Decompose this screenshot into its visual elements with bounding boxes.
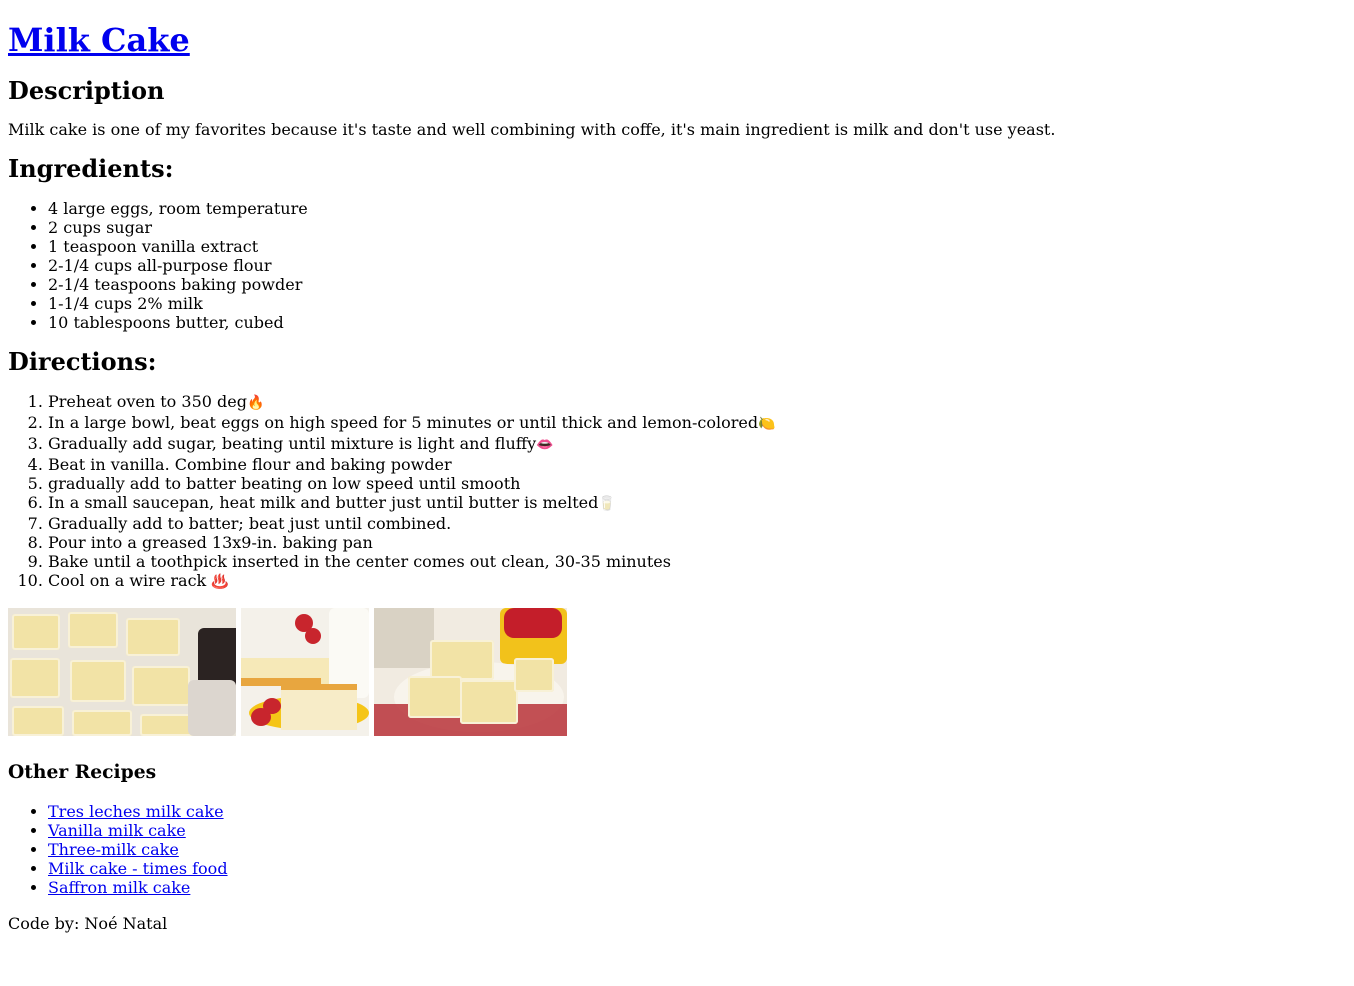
step-text: Gradually add to batter; beat just until… bbox=[48, 514, 452, 533]
ingredient-item: 2-1/4 teaspoons baking powder bbox=[48, 275, 1346, 294]
credit-text: Code by: Noé Natal bbox=[8, 914, 168, 933]
list-item: Three-milk cake bbox=[48, 840, 1346, 859]
step-text: Gradually add sugar, beating until mixtu… bbox=[48, 434, 537, 453]
direction-step: In a large bowl, beat eggs on high speed… bbox=[48, 413, 1346, 434]
photo-gallery bbox=[8, 608, 1346, 736]
milk-glass-icon: 🥛 bbox=[598, 496, 616, 512]
ingredient-item: 1-1/4 cups 2% milk bbox=[48, 294, 1346, 313]
ingredient-item: 10 tablespoons butter, cubed bbox=[48, 313, 1346, 332]
description-text: Milk cake is one of my favorites because… bbox=[8, 120, 1056, 139]
ingredients-heading: Ingredients: bbox=[8, 154, 174, 183]
list-item: Milk cake - times food bbox=[48, 859, 1346, 878]
step-text: In a large bowl, beat eggs on high speed… bbox=[48, 413, 759, 432]
recipe-link-tres-leches[interactable]: Tres leches milk cake bbox=[48, 802, 224, 821]
direction-step: Gradually add to batter; beat just until… bbox=[48, 514, 1346, 533]
directions-heading: Directions: bbox=[8, 347, 157, 376]
lips-icon: 👄 bbox=[536, 437, 554, 453]
recipe-link-times-food[interactable]: Milk cake - times food bbox=[48, 859, 228, 878]
direction-step: Gradually add sugar, beating until mixtu… bbox=[48, 434, 1346, 455]
recipe-link-three-milk[interactable]: Three-milk cake bbox=[48, 840, 179, 859]
step-text: Pour into a greased 13x9-in. baking pan bbox=[48, 533, 373, 552]
recipe-page: Milk Cake Description Milk cake is one o… bbox=[0, 21, 1354, 933]
milk-cake-squares-photo bbox=[8, 608, 236, 736]
direction-step: gradually add to batter beating on low s… bbox=[48, 474, 1346, 493]
ingredient-item: 1 teaspoon vanilla extract bbox=[48, 237, 1346, 256]
recipe-link-vanilla[interactable]: Vanilla milk cake bbox=[48, 821, 186, 840]
direction-step: Pour into a greased 13x9-in. baking pan bbox=[48, 533, 1346, 552]
list-item: Saffron milk cake bbox=[48, 878, 1346, 897]
direction-step: Cool on a wire rack ♨️ bbox=[48, 571, 1346, 592]
milk-cake-slice-photo bbox=[241, 608, 369, 736]
title-link[interactable]: Milk Cake bbox=[8, 21, 190, 59]
step-text: Cool on a wire rack bbox=[48, 571, 212, 590]
direction-step: Beat in vanilla. Combine flour and bakin… bbox=[48, 455, 1346, 474]
step-text: Preheat oven to 350 deg bbox=[48, 392, 247, 411]
description-heading: Description bbox=[8, 76, 165, 105]
direction-step: Bake until a toothpick inserted in the c… bbox=[48, 552, 1346, 571]
page-title: Milk Cake bbox=[8, 21, 1346, 59]
ingredient-item: 4 large eggs, room temperature bbox=[48, 199, 1346, 218]
directions-list: Preheat oven to 350 deg🔥 In a large bowl… bbox=[8, 392, 1346, 592]
other-recipes-list: Tres leches milk cake Vanilla milk cake … bbox=[8, 802, 1346, 897]
milk-cake-plate-photo bbox=[374, 608, 567, 736]
list-item: Vanilla milk cake bbox=[48, 821, 1346, 840]
lemon-icon: 🍋 bbox=[758, 416, 776, 432]
direction-step: Preheat oven to 350 deg🔥 bbox=[48, 392, 1346, 413]
list-item: Tres leches milk cake bbox=[48, 802, 1346, 821]
ingredient-item: 2-1/4 cups all-purpose flour bbox=[48, 256, 1346, 275]
step-text: In a small saucepan, heat milk and butte… bbox=[48, 493, 599, 512]
direction-step: In a small saucepan, heat milk and butte… bbox=[48, 493, 1346, 514]
hot-springs-icon: ♨️ bbox=[211, 574, 229, 590]
ingredient-item: 2 cups sugar bbox=[48, 218, 1346, 237]
other-recipes-heading: Other Recipes bbox=[8, 761, 157, 783]
step-text: gradually add to batter beating on low s… bbox=[48, 474, 521, 493]
recipe-link-saffron[interactable]: Saffron milk cake bbox=[48, 878, 190, 897]
ingredients-list: 4 large eggs, room temperature 2 cups su… bbox=[8, 199, 1346, 332]
step-text: Beat in vanilla. Combine flour and bakin… bbox=[48, 455, 452, 474]
step-text: Bake until a toothpick inserted in the c… bbox=[48, 552, 671, 571]
fire-icon: 🔥 bbox=[246, 395, 265, 411]
